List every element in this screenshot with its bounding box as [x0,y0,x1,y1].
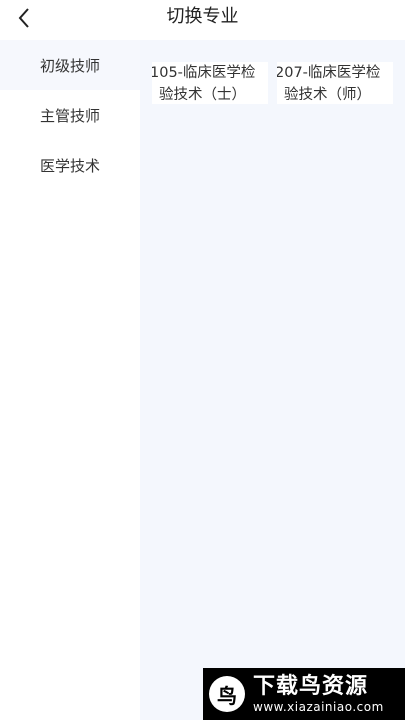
sidebar-item-junior-technician[interactable]: 初级技师 [0,40,140,90]
sidebar-item-medical-technology[interactable]: 医学技术 [0,140,140,190]
watermark-url: www.xiazainiao.com [253,700,384,714]
sidebar-item-supervisor-technician[interactable]: 主管技师 [0,90,140,140]
specialty-card-line2: 验技术（师） [284,87,371,103]
specialty-card-207[interactable]: 207-临床医学检 验技术（师） [277,62,393,104]
header-bar: 切换专业 [0,0,405,36]
bird-logo-icon: 鸟 [209,676,245,712]
specialty-card-line1: 105-临床医学检 [152,65,256,81]
specialty-list: 105-临床医学检 验技术（士） 207-临床医学检 验技术（师） [140,40,405,720]
category-sidebar: 初级技师 主管技师 医学技术 [0,40,140,720]
page-title: 切换专业 [166,6,239,27]
watermark-banner: 鸟 下载鸟资源 www.xiazainiao.com [203,668,405,720]
watermark-name: 下载鸟资源 [253,674,369,699]
specialty-card-line1: 207-临床医学检 [277,65,381,81]
specialty-card-line2: 验技术（士） [159,87,246,103]
specialty-card-105[interactable]: 105-临床医学检 验技术（士） [152,62,268,104]
